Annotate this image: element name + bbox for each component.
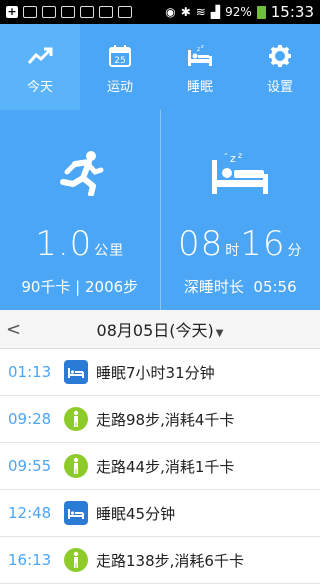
previous-day-button[interactable]: <	[6, 319, 21, 340]
eye-icon: ◉	[165, 5, 175, 19]
record-text: 走路138步,消耗6千卡	[96, 550, 244, 571]
minutes-unit: 分	[288, 243, 303, 259]
clock: 15:33	[271, 3, 314, 21]
date-dropdown[interactable]: 08月05日(今天)▼	[0, 317, 320, 341]
summary-panels: 1.0公里 90千卡 | 2006步 zz“ 08时16分 深睡时长 05:56	[0, 110, 320, 310]
bed-icon: zz	[186, 42, 214, 70]
tab-label: 运动	[107, 76, 133, 95]
date-selector: < 08月05日(今天)▼	[0, 310, 320, 349]
activity-panel[interactable]: 1.0公里 90千卡 | 2006步	[0, 110, 161, 310]
battery-icon	[257, 6, 266, 19]
record-time: 01:13	[0, 363, 64, 381]
record-time: 16:13	[0, 551, 64, 569]
tab-label: 睡眠	[187, 76, 213, 95]
tab-label: 今天	[27, 76, 53, 95]
timeline-row[interactable]: 12:48 睡眠45分钟	[0, 490, 320, 537]
sleep-icon	[64, 501, 88, 525]
sleep-bed-icon: zz“	[210, 148, 270, 198]
bluetooth-icon: ✱	[181, 5, 191, 19]
timeline-row[interactable]: 09:55 走路44步,消耗1千卡	[0, 443, 320, 490]
activity-timeline: 01:13 睡眠7小时31分钟 09:28 走路98步,消耗4千卡 09:55 走路44步…	[0, 349, 320, 584]
record-time: 12:48	[0, 504, 64, 522]
sleep-duration: 08时16分	[178, 224, 303, 264]
activity-summary: 90千卡 | 2006步	[21, 276, 138, 297]
timeline-row[interactable]: 09:28 走路98步,消耗4千卡	[0, 396, 320, 443]
svg-text:z: z	[201, 44, 204, 50]
hours-unit: 时	[225, 243, 240, 259]
app-notification-icon	[42, 6, 56, 18]
svg-text:z: z	[230, 152, 236, 165]
current-date: 08月05日(今天)	[97, 321, 214, 340]
plus-icon: +	[6, 6, 18, 18]
app-notification-icon	[99, 6, 113, 18]
record-time: 09:28	[0, 410, 64, 428]
calendar-day: 25	[114, 56, 125, 66]
app-notification-icon	[23, 6, 37, 18]
signal-icon: ▟	[211, 5, 220, 19]
trend-icon	[27, 42, 53, 70]
runner-icon	[55, 148, 105, 198]
calendar-icon: 25	[108, 42, 132, 70]
notification-icons: +	[6, 6, 132, 18]
wifi-icon: ≋	[196, 5, 206, 19]
deep-sleep: 深睡时长 05:56	[184, 276, 297, 297]
system-icons: ◉ ✱ ≋ ▟ 92% 15:33	[165, 3, 314, 21]
sleep-icon	[64, 360, 88, 384]
timeline-row[interactable]: 16:13 走路138步,消耗6千卡	[0, 537, 320, 584]
dashboard-header: 今天 25 运动 zz 睡眠 设置 1.0公里 90千卡 | 20	[0, 24, 320, 310]
record-text: 走路98步,消耗4千卡	[96, 409, 234, 430]
tab-label: 设置	[267, 76, 293, 95]
walk-icon	[64, 407, 88, 431]
svg-text:“: “	[224, 152, 228, 160]
record-text: 走路44步,消耗1千卡	[96, 456, 234, 477]
walk-icon	[64, 454, 88, 478]
walk-icon	[64, 548, 88, 572]
app-notification-icon	[61, 6, 75, 18]
deep-sleep-label: 深睡时长	[184, 278, 244, 296]
sleep-panel[interactable]: zz“ 08时16分 深睡时长 05:56	[161, 110, 320, 310]
distance-value: 1.0公里	[35, 224, 124, 264]
app-notification-icon	[80, 6, 94, 18]
gear-icon	[268, 42, 292, 70]
svg-text:z: z	[238, 151, 242, 160]
tab-sleep[interactable]: zz 睡眠	[160, 24, 240, 110]
distance-unit: 公里	[94, 243, 124, 259]
record-text: 睡眠7小时31分钟	[96, 362, 215, 383]
record-time: 09:55	[0, 457, 64, 475]
battery-percent: 92%	[225, 5, 252, 19]
tab-exercise[interactable]: 25 运动	[80, 24, 160, 110]
timeline-row[interactable]: 01:13 睡眠7小时31分钟	[0, 349, 320, 396]
sleep-minutes: 16	[240, 224, 285, 264]
tab-bar: 今天 25 运动 zz 睡眠 设置	[0, 24, 320, 110]
tab-today[interactable]: 今天	[0, 24, 80, 110]
tab-settings[interactable]: 设置	[240, 24, 320, 110]
sleep-hours: 08	[178, 224, 223, 264]
app-notification-icon	[118, 6, 132, 18]
status-bar: + ◉ ✱ ≋ ▟ 92% 15:33	[0, 0, 320, 24]
caret-down-icon: ▼	[216, 328, 224, 339]
svg-text:z: z	[197, 46, 200, 53]
distance-number: 1.0	[35, 224, 92, 264]
deep-sleep-value: 05:56	[253, 278, 296, 296]
record-text: 睡眠45分钟	[96, 503, 175, 524]
